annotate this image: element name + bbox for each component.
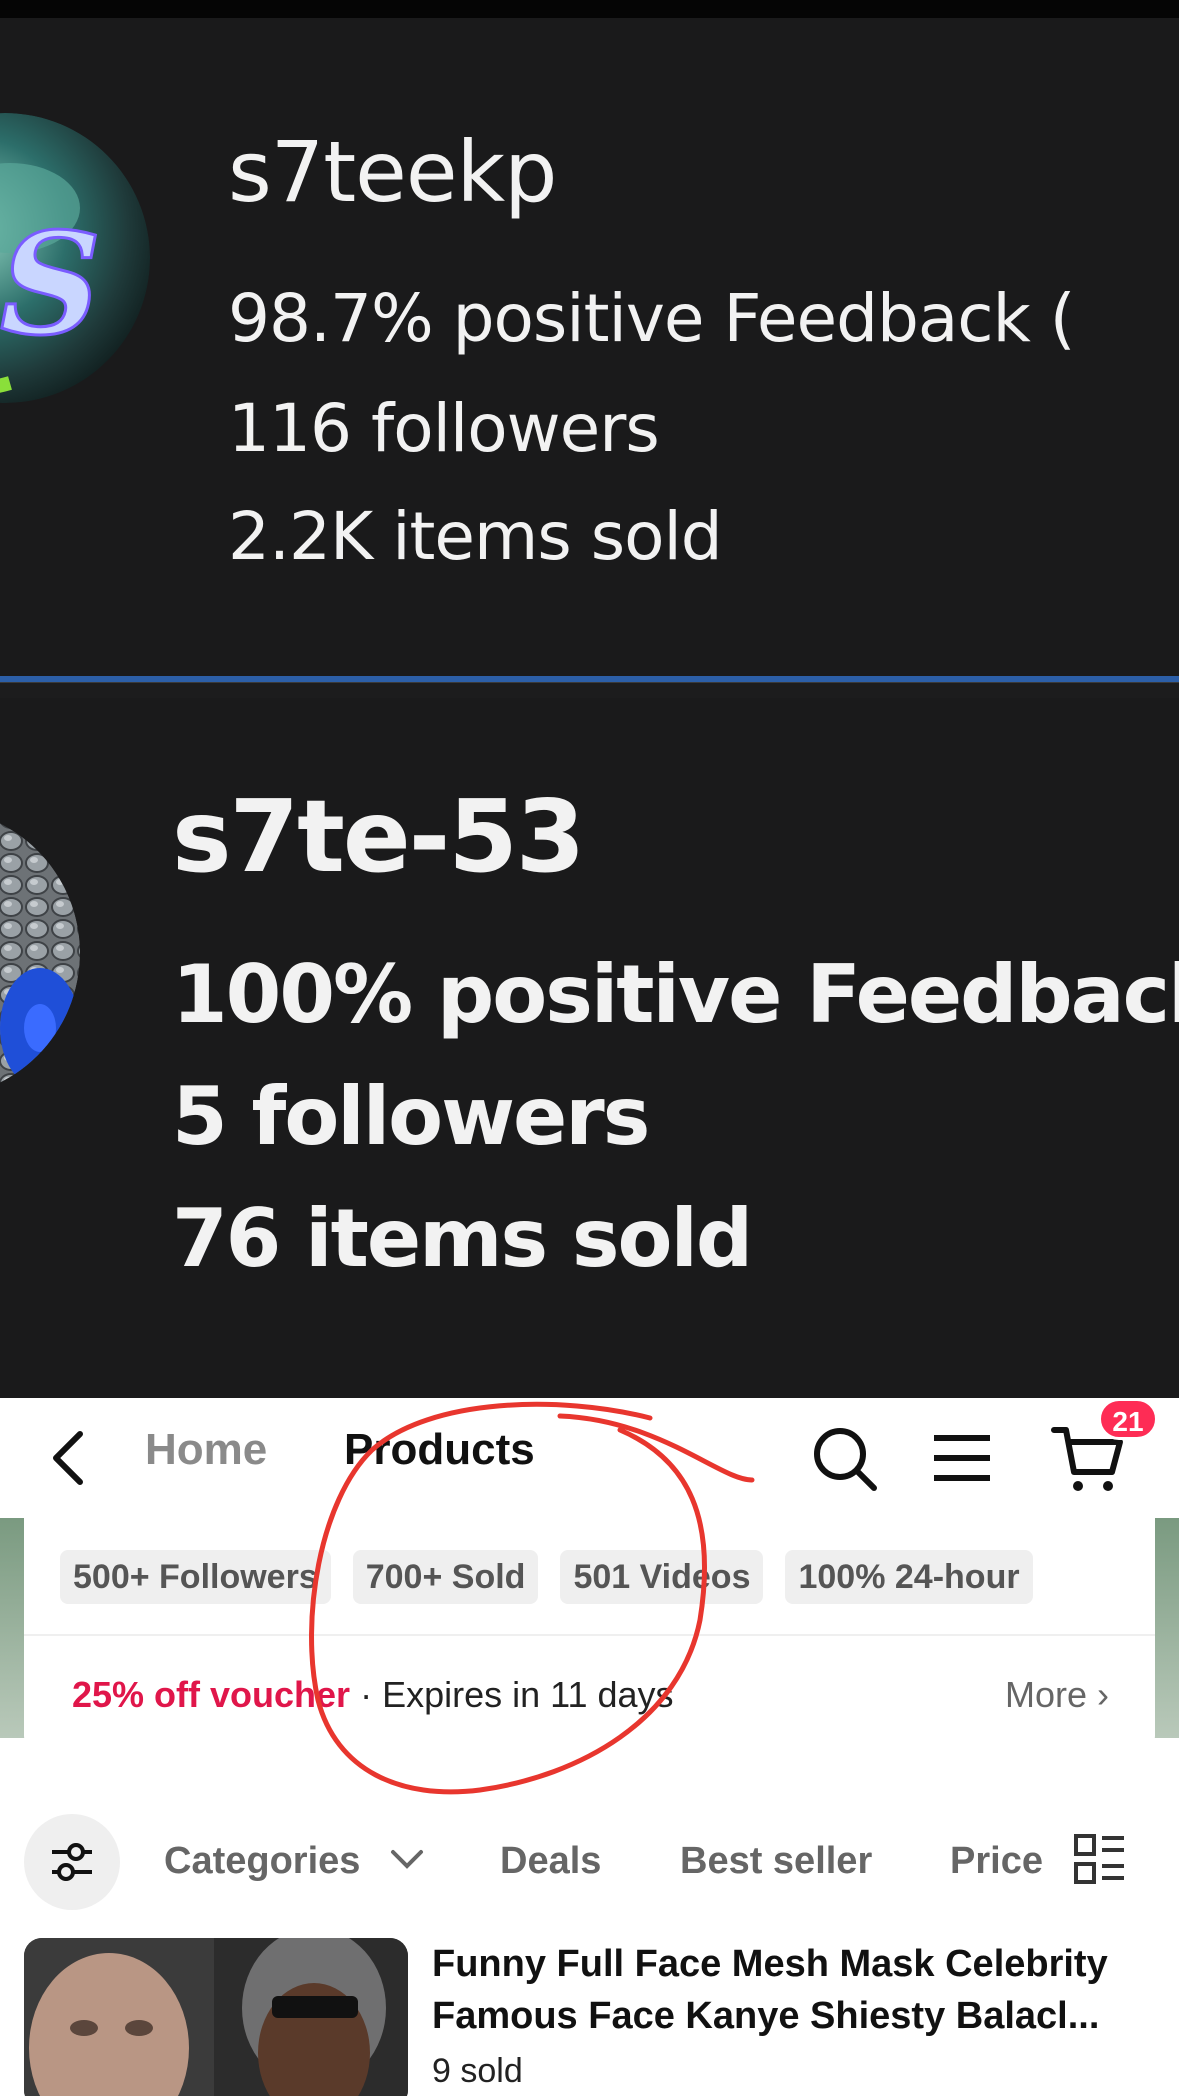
cart-count-badge: 21: [1098, 1398, 1158, 1440]
product-thumbnail[interactable]: [24, 1938, 408, 2096]
product-list-item[interactable]: Funny Full Face Mesh Mask Celebrity Famo…: [0, 1938, 1179, 2096]
seller-feedback-2: 100% positive Feedback: [172, 948, 1179, 1041]
seller-card-1: S s7teekp 98.7% positive Feedback ( 116 …: [0, 0, 1179, 680]
seller-followers-1: 116 followers: [228, 390, 660, 467]
stat-chip-sold: 700+ Sold: [352, 1550, 539, 1604]
voucher-banner[interactable]: 25% off voucher · Expires in 11 days: [72, 1670, 674, 1720]
store-stats-chips: 500+ Followers 700+ Sold 501 Videos 100% 24…: [60, 1550, 1130, 1606]
chevron-down-icon: [391, 1850, 423, 1869]
product-title[interactable]: Funny Full Face Mesh Mask Celebrity Famo…: [432, 1938, 1152, 2042]
stat-chip-followers: 500+ Followers: [60, 1550, 331, 1604]
stat-chip-videos: 501 Videos: [560, 1550, 764, 1604]
filter-bar: Categories Deals Best seller Price: [0, 1808, 1179, 1910]
voucher-more-link[interactable]: More ›: [1005, 1670, 1109, 1720]
voucher-offer: 25% off voucher: [72, 1674, 351, 1715]
seller-avatar-2: [0, 808, 80, 1098]
top-nav-bar: Home Products 21: [0, 1398, 1179, 1518]
menu-icon[interactable]: [924, 1420, 1000, 1496]
seller-items-sold-1: 2.2K items sold: [228, 498, 723, 575]
stat-chip-response: 100% 24-hour: [785, 1550, 1033, 1604]
filter-best-seller[interactable]: Best seller: [680, 1836, 872, 1886]
tab-home[interactable]: Home: [145, 1420, 267, 1480]
voucher-expiry: · Expires in 11 days: [350, 1674, 674, 1715]
seller-followers-2: 5 followers: [172, 1070, 650, 1163]
svg-text:S: S: [0, 203, 101, 367]
list-layout-icon[interactable]: [1072, 1832, 1128, 1888]
filter-deals[interactable]: Deals: [500, 1836, 601, 1886]
store-info-card: 500+ Followers 700+ Sold 501 Videos 100% 24…: [24, 1518, 1155, 1756]
seller-items-sold-2: 76 items sold: [172, 1192, 753, 1285]
back-icon[interactable]: [44, 1428, 94, 1488]
seller-name-1: s7teekp: [228, 123, 557, 221]
panel-gap: [0, 682, 1179, 698]
seller-avatar-1: S: [0, 113, 150, 403]
product-sold-count: 9 sold: [432, 2052, 523, 2090]
seller-name-2: s7te-53: [172, 778, 585, 895]
search-icon[interactable]: [806, 1420, 882, 1496]
filter-categories[interactable]: Categories: [164, 1836, 360, 1886]
card-divider: [24, 1634, 1155, 1636]
tab-products[interactable]: Products: [344, 1420, 535, 1480]
seller-card-2: s7te-53 100% positive Feedback 5 followe…: [0, 698, 1179, 1398]
shop-app: Home Products 21 500+ Followers 700+ Sold…: [0, 1398, 1179, 2096]
sliders-icon: [52, 1843, 92, 1881]
filter-sliders-button[interactable]: [24, 1814, 120, 1910]
seller-feedback-1: 98.7% positive Feedback (: [228, 280, 1076, 357]
filter-price[interactable]: Price: [950, 1836, 1043, 1886]
